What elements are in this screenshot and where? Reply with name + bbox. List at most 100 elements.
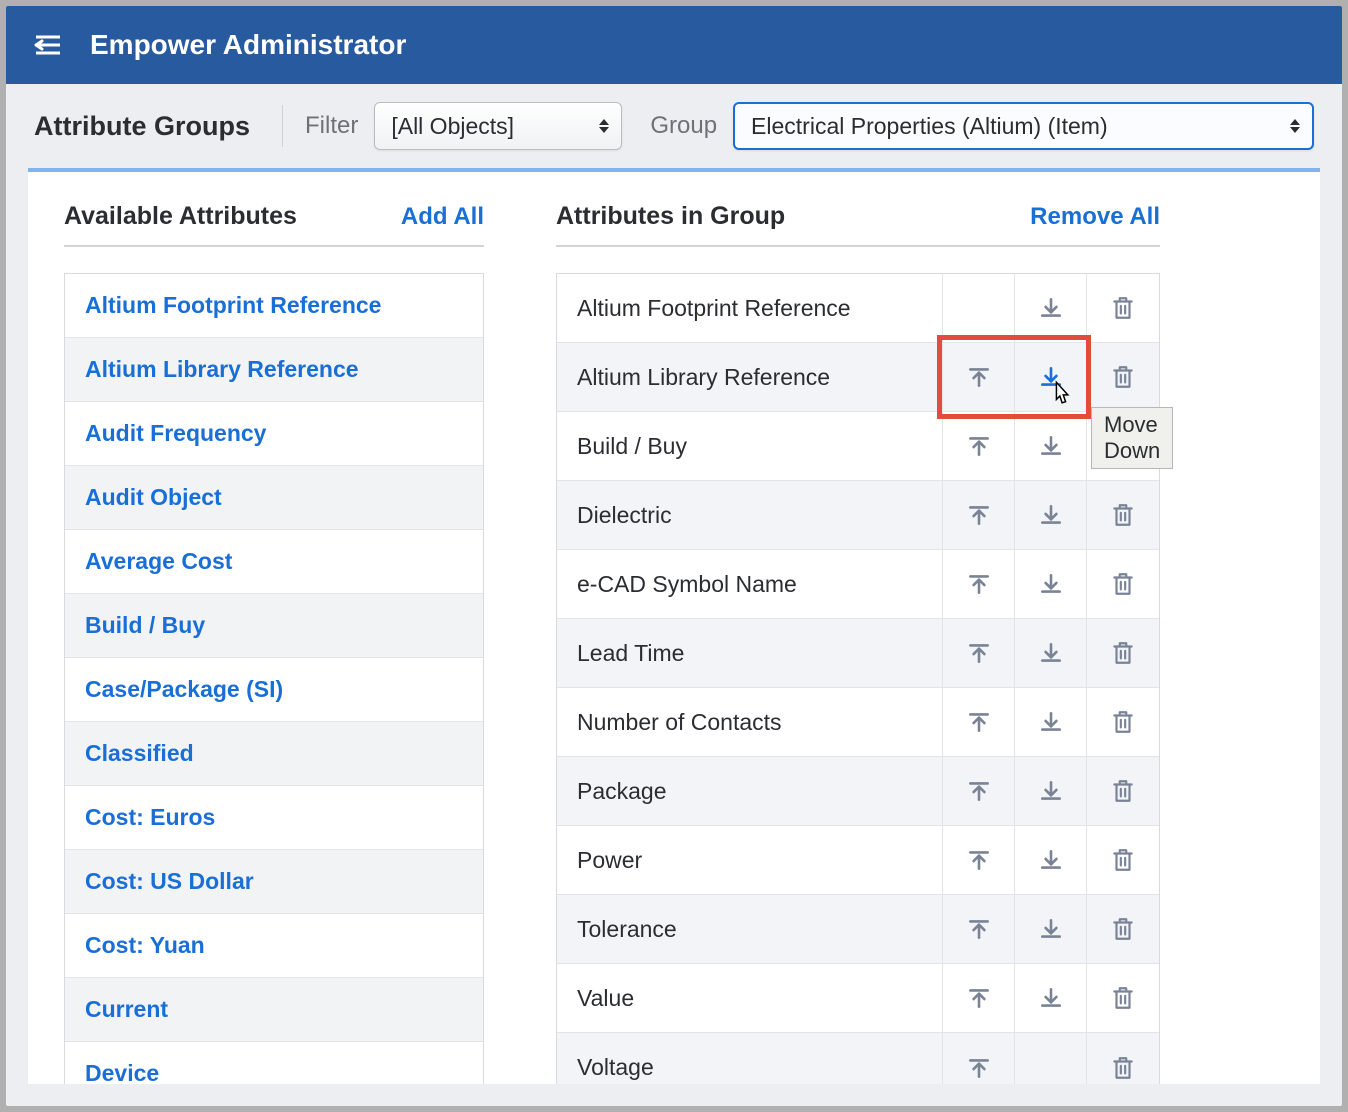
move-up-icon — [966, 778, 992, 804]
move-down-icon — [1038, 364, 1064, 390]
move-up-button[interactable] — [943, 964, 1015, 1032]
delete-button[interactable] — [1087, 964, 1159, 1032]
move-up-icon — [966, 364, 992, 390]
move-down-button[interactable] — [1015, 343, 1087, 411]
move-down-icon — [1038, 433, 1064, 459]
available-item[interactable]: Cost: Yuan — [65, 914, 483, 978]
group-row-name: Altium Library Reference — [557, 343, 943, 411]
move-down-button[interactable] — [1015, 964, 1087, 1032]
move-up-button[interactable] — [943, 757, 1015, 825]
group-title: Attributes in Group — [556, 202, 785, 231]
move-down-button[interactable] — [1015, 895, 1087, 963]
trash-icon — [1110, 433, 1136, 459]
available-item[interactable]: Average Cost — [65, 530, 483, 594]
separator — [282, 105, 283, 147]
move-up-icon — [966, 433, 992, 459]
available-item[interactable]: Cost: US Dollar — [65, 850, 483, 914]
trash-icon — [1110, 502, 1136, 528]
trash-icon — [1110, 1055, 1136, 1081]
move-up-button[interactable] — [943, 412, 1015, 480]
available-item[interactable]: Altium Library Reference — [65, 338, 483, 402]
delete-button[interactable] — [1087, 412, 1159, 480]
filter-select[interactable]: [All Objects] — [374, 102, 622, 150]
group-row: Altium Footprint Reference — [557, 274, 1159, 343]
move-up-button[interactable] — [943, 688, 1015, 756]
move-up-button[interactable] — [943, 826, 1015, 894]
move-up-button[interactable] — [943, 895, 1015, 963]
move-up-icon — [966, 502, 992, 528]
move-down-icon — [1038, 709, 1064, 735]
page-title: Attribute Groups — [34, 111, 250, 142]
move-down-button[interactable] — [1015, 826, 1087, 894]
group-row: Package — [557, 757, 1159, 826]
move-up-button — [943, 274, 1015, 342]
move-down-button[interactable] — [1015, 274, 1087, 342]
available-item[interactable]: Audit Frequency — [65, 402, 483, 466]
group-row: Build / Buy — [557, 412, 1159, 481]
group-row: Altium Library Reference — [557, 343, 1159, 412]
group-row-name: Build / Buy — [557, 412, 943, 480]
delete-button[interactable] — [1087, 550, 1159, 618]
updown-icon — [1290, 119, 1300, 133]
group-select[interactable]: Electrical Properties (Altium) (Item) — [733, 102, 1314, 150]
available-item[interactable]: Altium Footprint Reference — [65, 274, 483, 338]
group-select-value: Electrical Properties (Altium) (Item) — [751, 113, 1108, 140]
group-row-name: Tolerance — [557, 895, 943, 963]
group-row-name: Dielectric — [557, 481, 943, 549]
move-up-button[interactable] — [943, 1033, 1015, 1084]
delete-button[interactable] — [1087, 688, 1159, 756]
move-down-icon — [1038, 916, 1064, 942]
move-up-icon — [966, 640, 992, 666]
available-item[interactable]: Case/Package (SI) — [65, 658, 483, 722]
move-down-button[interactable] — [1015, 757, 1087, 825]
delete-button[interactable] — [1087, 343, 1159, 411]
content: Available Attributes Add All Altium Foot… — [28, 168, 1320, 1084]
trash-icon — [1110, 571, 1136, 597]
delete-button[interactable] — [1087, 619, 1159, 687]
available-item[interactable]: Audit Object — [65, 466, 483, 530]
delete-button[interactable] — [1087, 826, 1159, 894]
move-up-icon — [966, 847, 992, 873]
move-down-button[interactable] — [1015, 688, 1087, 756]
move-up-button[interactable] — [943, 619, 1015, 687]
filter-select-value: [All Objects] — [391, 113, 514, 140]
trash-icon — [1110, 295, 1136, 321]
move-down-icon — [1038, 985, 1064, 1011]
available-list: Altium Footprint ReferenceAltium Library… — [64, 273, 484, 1084]
move-down-icon — [1038, 640, 1064, 666]
group-label: Group — [650, 112, 717, 140]
group-row-name: Altium Footprint Reference — [557, 274, 943, 342]
add-all-button[interactable]: Add All — [401, 203, 484, 231]
available-item[interactable]: Current — [65, 978, 483, 1042]
move-up-button[interactable] — [943, 481, 1015, 549]
available-item[interactable]: Classified — [65, 722, 483, 786]
available-attributes-panel: Available Attributes Add All Altium Foot… — [64, 202, 484, 1084]
move-up-button[interactable] — [943, 550, 1015, 618]
move-down-button[interactable] — [1015, 412, 1087, 480]
group-list: Altium Footprint ReferenceAltium Library… — [556, 273, 1160, 1084]
group-row-name: Power — [557, 826, 943, 894]
move-up-icon — [966, 709, 992, 735]
move-down-icon — [1038, 571, 1064, 597]
move-up-button[interactable] — [943, 343, 1015, 411]
delete-button[interactable] — [1087, 757, 1159, 825]
menu-toggle-icon[interactable] — [30, 27, 66, 63]
move-down-button[interactable] — [1015, 481, 1087, 549]
delete-button[interactable] — [1087, 1033, 1159, 1084]
delete-button[interactable] — [1087, 274, 1159, 342]
remove-all-button[interactable]: Remove All — [1030, 203, 1160, 231]
available-item[interactable]: Cost: Euros — [65, 786, 483, 850]
trash-icon — [1110, 985, 1136, 1011]
trash-icon — [1110, 778, 1136, 804]
available-item[interactable]: Build / Buy — [65, 594, 483, 658]
delete-button[interactable] — [1087, 895, 1159, 963]
attributes-in-group-panel: Attributes in Group Remove All Altium Fo… — [556, 202, 1160, 1084]
trash-icon — [1110, 709, 1136, 735]
move-down-button[interactable] — [1015, 550, 1087, 618]
move-down-button — [1015, 1033, 1087, 1084]
app-title: Empower Administrator — [90, 29, 406, 61]
available-item[interactable]: Device — [65, 1042, 483, 1084]
move-down-button[interactable] — [1015, 619, 1087, 687]
delete-button[interactable] — [1087, 481, 1159, 549]
filter-label: Filter — [305, 112, 358, 140]
